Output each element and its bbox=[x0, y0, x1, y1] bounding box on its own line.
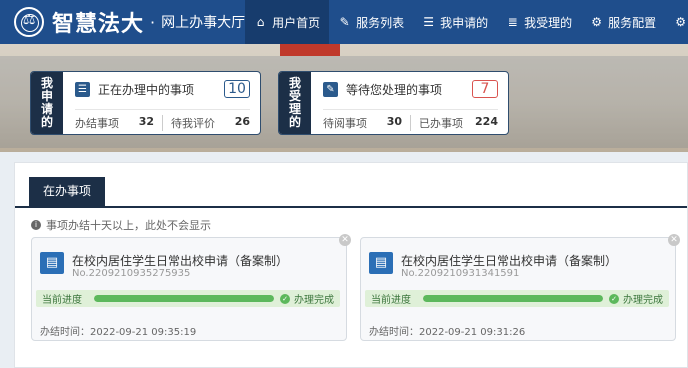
stat-value: 32 bbox=[138, 115, 154, 128]
task-title[interactable]: 在校内居住学生日常出校申请（备案制） bbox=[401, 252, 617, 269]
stat-value: 224 bbox=[475, 115, 498, 128]
stat-to-read[interactable]: 待阅事项 30 bbox=[323, 115, 410, 131]
settings-button[interactable]: ⚙ bbox=[665, 0, 688, 44]
handled-stats: 待阅事项 30 已办事项 224 bbox=[323, 109, 498, 131]
nav-item-label: 服务列表 bbox=[356, 15, 405, 30]
nav-item-my-applications[interactable]: ☰ 我申请的 bbox=[413, 0, 497, 44]
side-char: 的 bbox=[288, 115, 301, 129]
status-text: 办理完成 bbox=[294, 295, 334, 306]
stat-label: 待我评价 bbox=[171, 117, 215, 130]
nav-item-service-list[interactable]: ✎ 服务列表 bbox=[329, 0, 413, 44]
progress-status: ✓ 办理完成 bbox=[609, 291, 663, 306]
brand-separator: · bbox=[150, 12, 156, 32]
side-char: 的 bbox=[40, 115, 53, 129]
stat-label: 待阅事项 bbox=[323, 117, 367, 130]
nav-item-label: 我受理的 bbox=[524, 15, 573, 30]
tab-in-progress[interactable]: 在办事项 bbox=[29, 177, 106, 206]
gears-icon: ⚙ bbox=[591, 15, 603, 29]
list-icon: ≣ bbox=[507, 15, 518, 29]
top-nav-bar: 智慧法大 · 网上办事大厅 ⌂ 用户首页 ✎ 服务列表 ☰ 我申请的 ≣ 我受理… bbox=[0, 0, 688, 44]
notice: i 事项办结十天以上，此处不会显示 bbox=[31, 217, 687, 233]
stat-done[interactable]: 已办事项 224 bbox=[410, 115, 498, 131]
applied-summary-card[interactable]: 我 申 请 的 ☰ 正在办理中的事项 10 办结事项 32 待我评价 26 bbox=[30, 71, 261, 135]
handled-header: ✎ 等待您处理的事项 7 bbox=[323, 78, 498, 100]
task-progress: 当前进度 ✓ 办理完成 bbox=[365, 290, 669, 307]
progress-fill bbox=[94, 295, 274, 302]
task-card[interactable]: ✕ ▤ 在校内居住学生日常出校申请（备案制） No.22092109352759… bbox=[31, 234, 351, 341]
nav-item-home[interactable]: ⌂ 用户首页 bbox=[245, 0, 330, 44]
applied-body: ☰ 正在办理中的事项 10 办结事项 32 待我评价 26 bbox=[63, 72, 260, 134]
close-icon[interactable]: ✕ bbox=[668, 234, 680, 246]
applied-side-label: 我 申 请 的 bbox=[31, 72, 63, 134]
document-icon: ▤ bbox=[40, 252, 64, 274]
list-icon: ☰ bbox=[75, 81, 90, 97]
nav-item-label: 服务配置 bbox=[608, 15, 657, 30]
document-icon: ▤ bbox=[369, 252, 393, 274]
home-icon: ⌂ bbox=[256, 15, 265, 29]
progress-status: ✓ 办理完成 bbox=[280, 291, 334, 306]
check-circle-icon: ✓ bbox=[280, 293, 290, 304]
nav-item-service-config[interactable]: ⚙ 服务配置 bbox=[581, 0, 665, 44]
edit-icon: ✎ bbox=[339, 15, 350, 29]
task-title[interactable]: 在校内居住学生日常出校申请（备案制） bbox=[72, 252, 288, 269]
stat-label: 已办事项 bbox=[419, 117, 463, 130]
task-progress: 当前进度 ✓ 办理完成 bbox=[36, 290, 340, 307]
hero-decoration bbox=[280, 44, 340, 56]
info-icon: i bbox=[31, 220, 41, 230]
university-logo-icon bbox=[14, 7, 44, 37]
applied-count[interactable]: 10 bbox=[224, 80, 250, 98]
task-number: No.2209210931341591 bbox=[401, 268, 520, 279]
gear-icon: ⚙ bbox=[675, 15, 687, 29]
in-progress-panel: 在办事项 i 事项办结十天以上，此处不会显示 ✕ ▤ 在校内居住学生日常出校申请… bbox=[14, 162, 688, 368]
applied-title[interactable]: 正在办理中的事项 bbox=[98, 81, 224, 98]
stat-value: 30 bbox=[386, 115, 402, 128]
brand-title: 智慧法大 bbox=[52, 12, 145, 37]
nav-item-label: 我申请的 bbox=[440, 15, 489, 30]
applied-stats: 办结事项 32 待我评价 26 bbox=[75, 109, 250, 131]
progress-label: 当前进度 bbox=[42, 295, 82, 306]
edit-icon: ✎ bbox=[323, 81, 338, 97]
nav-item-my-handled[interactable]: ≣ 我受理的 bbox=[497, 0, 581, 44]
notice-text: 事项办结十天以上，此处不会显示 bbox=[46, 219, 211, 232]
close-icon[interactable]: ✕ bbox=[339, 234, 351, 246]
list-icon: ☰ bbox=[423, 15, 435, 29]
brand-subtitle: 网上办事大厅 bbox=[161, 15, 246, 31]
tab-bar: 在办事项 bbox=[15, 163, 687, 208]
progress-fill bbox=[423, 295, 603, 302]
task-finish-time: 办结时间：2022-09-21 09:35:19 bbox=[40, 327, 197, 338]
stat-value: 26 bbox=[234, 115, 250, 128]
stat-label: 办结事项 bbox=[75, 117, 119, 130]
handled-title[interactable]: 等待您处理的事项 bbox=[346, 81, 472, 98]
handled-count[interactable]: 7 bbox=[472, 80, 498, 98]
handled-summary-card[interactable]: 我 受 理 的 ✎ 等待您处理的事项 7 待阅事项 30 已办事项 224 bbox=[278, 71, 509, 135]
brand[interactable]: 智慧法大 · 网上办事大厅 bbox=[0, 0, 245, 44]
task-finish-time: 办结时间：2022-09-21 09:31:26 bbox=[369, 327, 526, 338]
stat-pending-review[interactable]: 待我评价 26 bbox=[162, 115, 250, 131]
task-card[interactable]: ✕ ▤ 在校内居住学生日常出校申请（备案制） No.22092109313415… bbox=[360, 234, 680, 341]
main-nav: ⌂ 用户首页 ✎ 服务列表 ☰ 我申请的 ≣ 我受理的 ⚙ 服务配置 ⚙ bbox=[245, 0, 688, 44]
stat-completed[interactable]: 办结事项 32 bbox=[75, 115, 162, 131]
handled-side-label: 我 受 理 的 bbox=[279, 72, 311, 134]
nav-item-label: 用户首页 bbox=[272, 15, 321, 30]
status-text: 办理完成 bbox=[623, 295, 663, 306]
progress-label: 当前进度 bbox=[371, 295, 411, 306]
progress-track bbox=[94, 295, 274, 302]
check-circle-icon: ✓ bbox=[609, 293, 619, 304]
progress-track bbox=[423, 295, 603, 302]
task-number: No.2209210935275935 bbox=[72, 268, 191, 279]
applied-header: ☰ 正在办理中的事项 10 bbox=[75, 78, 250, 100]
handled-body: ✎ 等待您处理的事项 7 待阅事项 30 已办事项 224 bbox=[311, 72, 508, 134]
